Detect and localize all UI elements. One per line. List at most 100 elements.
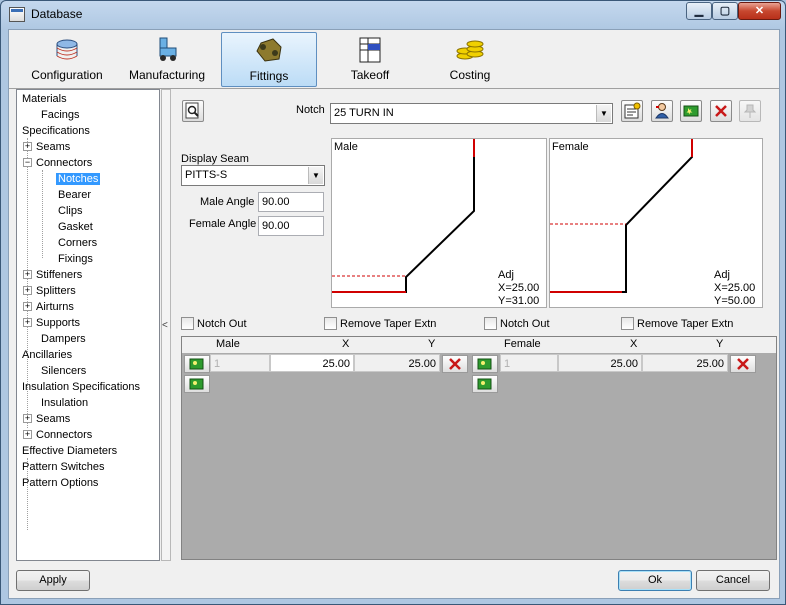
tree-item-effective-diameters[interactable]: Effective Diameters [22, 443, 117, 459]
tree-item-notches[interactable]: Notches [56, 171, 101, 187]
delete-icon [737, 358, 749, 370]
tree-item-insulation-specifications[interactable]: Insulation Specifications [22, 379, 140, 395]
tree-item-airturns[interactable]: + Airturns [23, 299, 74, 315]
splitter-arrow-icon[interactable]: < [162, 320, 168, 331]
database-tree[interactable]: Materials Facings Specifications + Seams … [16, 89, 160, 561]
toolbar-label: Manufacturing [128, 68, 206, 82]
add-notch-button[interactable] [680, 100, 702, 122]
male-row-delete-button[interactable] [442, 355, 468, 373]
female-y-header: Y [716, 338, 724, 350]
tree-guide [42, 170, 43, 258]
delete-notch-button[interactable] [710, 100, 732, 122]
apply-button[interactable]: Apply [16, 570, 90, 591]
cancel-button[interactable]: Cancel [696, 570, 770, 591]
male-row-index: 1 [210, 354, 270, 372]
chevron-down-icon[interactable]: ▼ [308, 167, 323, 184]
expand-icon[interactable]: + [23, 270, 32, 279]
tree-item-silencers[interactable]: Silencers [41, 363, 86, 379]
tree-item-clips[interactable]: Clips [58, 203, 82, 219]
female-notch-out-checkbox[interactable]: Notch Out [484, 317, 550, 331]
female-row-add-button[interactable] [472, 355, 498, 373]
toolbar-fittings[interactable]: Fittings [221, 32, 317, 87]
close-button[interactable]: ✕ [738, 2, 781, 20]
female-adj-y: Y=50.00 [714, 295, 756, 307]
tree-item-fixings[interactable]: Fixings [58, 251, 93, 267]
male-adj-y: Y=31.00 [498, 295, 540, 307]
male-row-y[interactable]: 25.00 [354, 354, 440, 372]
tree-item-pattern-options[interactable]: Pattern Options [22, 475, 98, 491]
toolbar-manufacturing[interactable]: Manufacturing [119, 32, 215, 87]
checkbox-label: Remove Taper Extn [340, 318, 437, 330]
expand-icon[interactable]: + [23, 430, 32, 439]
female-row-y[interactable]: 25.00 [642, 354, 728, 372]
female-preview: Female Adj X=25.00 Y=50.00 [549, 138, 763, 308]
takeoff-icon [359, 37, 381, 63]
tree-item-insulation-connectors[interactable]: + Connectors [23, 427, 92, 443]
expand-icon[interactable]: + [23, 302, 32, 311]
male-row-x[interactable]: 25.00 [270, 354, 354, 372]
female-new-row-button[interactable] [472, 375, 498, 393]
male-row-add-button[interactable] [184, 355, 210, 373]
checkbox-label: Notch Out [197, 318, 247, 330]
display-seam-label: Display Seam [181, 153, 249, 165]
female-row-index: 1 [500, 354, 558, 372]
points-grid[interactable]: Male X Y Female X Y 1 25.00 25.00 1 25.0… [181, 336, 777, 560]
male-adj-x: X=25.00 [498, 282, 540, 294]
magnifier-page-icon [185, 102, 199, 119]
ok-button[interactable]: Ok [618, 570, 692, 591]
fittings-icon [256, 38, 282, 62]
expand-icon[interactable]: + [23, 318, 32, 327]
tree-item-insulation-seams[interactable]: + Seams [23, 411, 70, 427]
user-icon [655, 103, 669, 119]
add-icon [477, 378, 492, 390]
display-seam-select[interactable]: PITTS-S ▼ [181, 165, 325, 186]
tree-item-stiffeners[interactable]: + Stiffeners [23, 267, 82, 283]
tree-item-dampers[interactable]: Dampers [41, 331, 86, 347]
database-window: Database ▁ ▢ ✕ Configuration Manufacturi… [0, 0, 786, 605]
tree-item-facings[interactable]: Facings [41, 107, 80, 123]
tree-item-pattern-switches[interactable]: Pattern Switches [22, 459, 105, 475]
main-toolbar: Configuration Manufacturing Fittings Tak… [9, 30, 779, 88]
tree-item-specifications[interactable]: Specifications [22, 123, 90, 139]
tree-item-supports[interactable]: + Supports [23, 315, 80, 331]
toolbar-takeoff[interactable]: Takeoff [322, 32, 418, 87]
chevron-down-icon[interactable]: ▼ [596, 105, 611, 122]
toolbar-configuration[interactable]: Configuration [19, 32, 115, 87]
notch-select[interactable]: 25 TURN IN ▼ [330, 103, 613, 124]
female-remove-taper-checkbox[interactable]: Remove Taper Extn [621, 317, 733, 331]
title-bar[interactable]: Database ▁ ▢ ✕ [1, 1, 785, 29]
expand-icon[interactable]: + [23, 414, 32, 423]
male-remove-taper-checkbox[interactable]: Remove Taper Extn [324, 317, 436, 331]
tree-item-insulation[interactable]: Insulation [41, 395, 88, 411]
collapse-icon[interactable]: − [23, 158, 32, 167]
minimize-button[interactable]: ▁ [686, 2, 712, 20]
male-new-row-button[interactable] [184, 375, 210, 393]
tree-item-corners[interactable]: Corners [58, 235, 97, 251]
female-angle-field[interactable]: 90.00 [258, 216, 324, 236]
toolbar-label: Costing [449, 68, 491, 82]
user-notch-button[interactable] [651, 100, 673, 122]
toolbar-costing[interactable]: Costing [422, 32, 518, 87]
male-angle-field[interactable]: 90.00 [258, 192, 324, 212]
female-row-x[interactable]: 25.00 [558, 354, 642, 372]
male-x-header: X [342, 338, 350, 350]
male-notch-out-checkbox[interactable]: Notch Out [181, 317, 247, 331]
manufacturing-icon [159, 37, 177, 61]
pin-button[interactable] [739, 100, 761, 122]
tree-item-connectors[interactable]: − Connectors [23, 155, 92, 171]
edit-notch-button[interactable] [621, 100, 643, 122]
tree-item-gasket[interactable]: Gasket [58, 219, 93, 235]
expand-icon[interactable]: + [23, 286, 32, 295]
preview-button[interactable] [182, 100, 204, 122]
maximize-button[interactable]: ▢ [712, 2, 738, 20]
tree-item-ancillaries[interactable]: Ancillaries [22, 347, 72, 363]
female-row-delete-button[interactable] [730, 355, 756, 373]
tree-item-splitters[interactable]: + Splitters [23, 283, 76, 299]
male-adj-label: Adj [498, 269, 514, 281]
female-x-header: X [630, 338, 638, 350]
tree-item-seams[interactable]: + Seams [23, 139, 70, 155]
tree-item-materials[interactable]: Materials [22, 91, 67, 107]
male-preview: Male Adj X=25.00 Y=31.00 [331, 138, 547, 308]
expand-icon[interactable]: + [23, 142, 32, 151]
tree-item-bearer[interactable]: Bearer [58, 187, 91, 203]
